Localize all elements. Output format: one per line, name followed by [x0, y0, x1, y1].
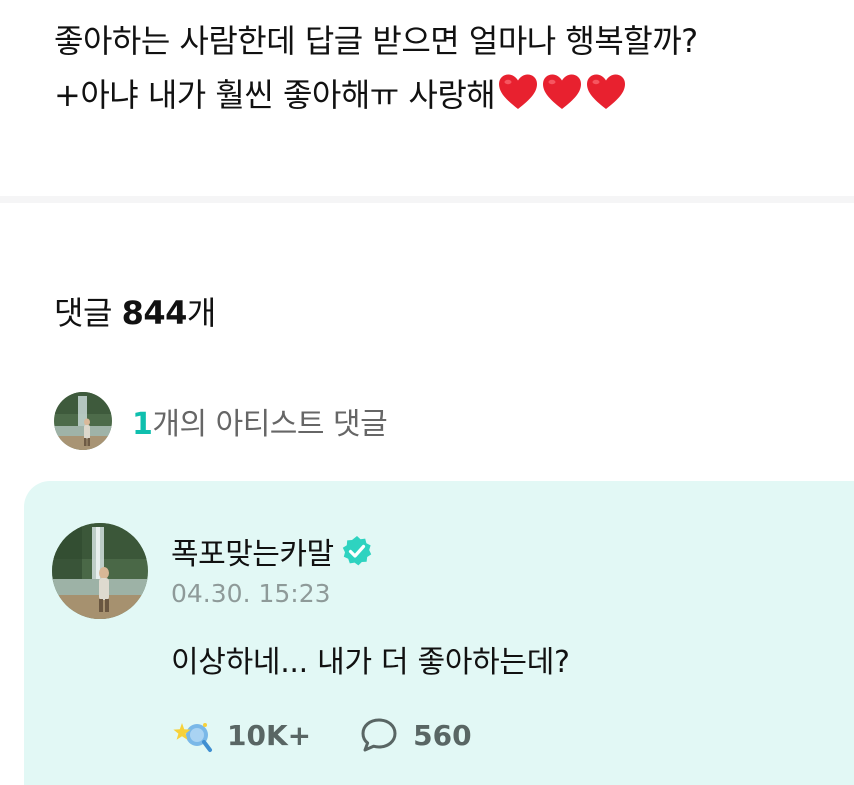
comment-bubble-icon [361, 718, 397, 752]
avatar-photo-icon [54, 392, 112, 450]
reply-count: 560 [413, 718, 472, 752]
reply-button[interactable]: 560 [357, 713, 472, 757]
comments-count: 844 [121, 294, 188, 332]
heart-emoji-icon [587, 74, 626, 109]
hearts-emoji-group [497, 73, 629, 127]
comment-author-name[interactable]: 폭포맞는카말 [171, 529, 334, 573]
comment-text: 이상하네... 내가 더 좋아하는데? [171, 645, 570, 680]
post-text-line-2: +아냐 내가 훨씬 좋아해ㅠ 사랑해 [54, 68, 844, 127]
artist-comments-toggle[interactable]: 1개의 아티스트 댓글 [54, 392, 388, 450]
post-text-line-1: 좋아하는 사람한데 답글 받으면 얼마나 행복할까? [54, 22, 698, 60]
comments-count-header: 댓글 844개 [54, 288, 216, 334]
verified-badge-icon [342, 536, 371, 566]
artist-avatar-small [54, 392, 112, 450]
section-divider [0, 196, 854, 203]
artist-comments-label: 1개의 아티스트 댓글 [132, 399, 388, 443]
comments-count-suffix: 개 [186, 294, 216, 332]
sparkle-cheer-icon [173, 723, 212, 752]
like-button[interactable]: 10K+ [171, 713, 311, 757]
heart-emoji-icon [499, 74, 538, 109]
artist-comment-card: 폭포맞는카말 04.30. 15:23 이상하네... 내가 더 좋아하는데? … [24, 481, 854, 785]
avatar-photo-icon [52, 523, 148, 619]
post-text-line-2-text: +아냐 내가 훨씬 좋아해ㅠ 사랑해 [54, 76, 496, 114]
comment-actions: 10K+ 560 [171, 713, 518, 757]
heart-emoji-icon [543, 74, 582, 109]
comment-timestamp: 04.30. 15:23 [171, 579, 331, 608]
fan-post-screen: 좋아하는 사람한데 답글 받으면 얼마나 행복할까? +아냐 내가 훨씬 좋아해… [0, 0, 854, 785]
comments-label: 댓글 [54, 294, 112, 332]
comment-author-row: 폭포맞는카말 [171, 529, 374, 573]
post-body: 좋아하는 사람한데 답글 받으면 얼마나 행복할까? +아냐 내가 훨씬 좋아해… [54, 14, 844, 127]
like-count: 10K+ [227, 718, 312, 752]
artist-comments-count: 1 [132, 407, 153, 442]
comment-author-avatar[interactable] [52, 523, 148, 619]
artist-comments-text: 개의 아티스트 댓글 [152, 407, 388, 442]
